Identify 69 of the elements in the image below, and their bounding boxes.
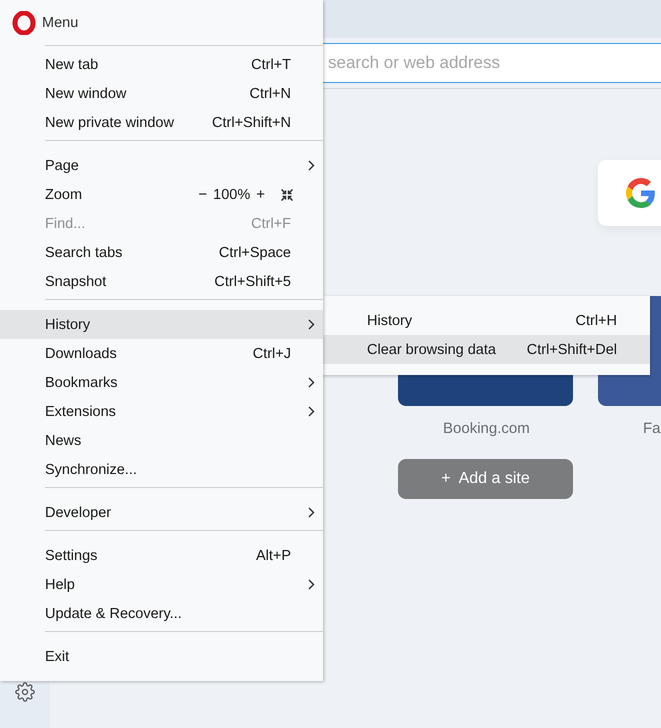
submenu-item[interactable]: History Ctrl+H	[322, 306, 650, 335]
shortcut-text: Ctrl+Shift+5	[214, 274, 291, 290]
shortcut-text: Ctrl+Shift+Del	[526, 342, 617, 358]
menu-item[interactable]: News	[0, 426, 323, 455]
menu-item[interactable]: History	[0, 310, 323, 339]
chevron-right-icon	[308, 507, 315, 518]
google-logo-icon	[626, 178, 656, 208]
menu-item-label: History	[45, 316, 92, 332]
menu-item[interactable]: New window Ctrl+N	[0, 79, 323, 108]
menu-item-label: Update & Recovery...	[45, 606, 183, 622]
shortcut-text: Ctrl+N	[250, 86, 291, 102]
menu-item[interactable]: New private window Ctrl+Shift+N	[0, 108, 323, 137]
menu-item-label: Extensions	[45, 404, 117, 420]
shortcut-text: Ctrl+H	[576, 312, 617, 328]
menu-title: Menu	[42, 14, 78, 30]
zoom-in-button[interactable]: +	[256, 186, 265, 203]
chevron-right-icon	[308, 406, 315, 417]
chevron-right-icon	[308, 579, 315, 590]
menu-item-label: History	[367, 312, 414, 328]
menu-item-label: Snapshot	[45, 274, 108, 290]
submenu-item[interactable]: Clear browsing data Ctrl+Shift+Del	[322, 335, 650, 364]
zoom-value: 100%	[213, 186, 250, 202]
tile-label: Booking.com	[443, 420, 530, 437]
menu-item[interactable]: Page	[0, 151, 323, 180]
menu-item[interactable]: Developer	[0, 498, 323, 527]
menu-item[interactable]: Exit	[0, 642, 323, 671]
menu-item-label: New tab	[45, 56, 100, 72]
chevron-right-icon	[308, 377, 315, 388]
menu-item-label: Find...	[45, 216, 86, 232]
shortcut-text: Ctrl+Space	[218, 244, 291, 260]
menu-item-label: Bookmarks	[45, 374, 119, 390]
menu-item[interactable]: Extensions	[0, 397, 323, 426]
menu-item[interactable]: Bookmarks	[0, 368, 323, 397]
shortcut-text: Ctrl+J	[252, 346, 291, 362]
menu-item-label: Help	[45, 576, 76, 592]
address-field[interactable]: search or web address	[323, 43, 661, 83]
menu-item-label: Downloads	[45, 346, 118, 362]
menu-item-label: Synchronize...	[45, 462, 138, 478]
add-site-button[interactable]: + Add a site	[398, 459, 573, 499]
menu-item[interactable]: Downloads Ctrl+J	[0, 339, 323, 368]
menu-item[interactable]: Zoom − 100% +	[0, 180, 323, 209]
menu-item[interactable]: Settings Alt+P	[0, 541, 323, 570]
shortcut-text: Ctrl+Shift+N	[212, 114, 291, 130]
opera-logo-icon	[12, 10, 36, 34]
shortcut-text: Ctrl+F	[251, 216, 291, 232]
menu-item-label: Page	[45, 158, 80, 174]
tile-label: Fa	[643, 420, 661, 437]
menu-item-label: Exit	[45, 648, 70, 664]
menu-item-label: Clear browsing data	[367, 342, 497, 358]
menu-item[interactable]: Update & Recovery...	[0, 599, 323, 628]
menu-item-label: Settings	[45, 548, 98, 564]
menu-item-label: Developer	[45, 504, 112, 520]
menu-item-label: Search tabs	[45, 244, 124, 260]
settings-icon[interactable]	[15, 682, 35, 702]
menu-item-label: New private window	[45, 114, 175, 130]
chevron-right-icon	[308, 160, 315, 171]
shortcut-text: Ctrl+T	[251, 56, 291, 72]
chevron-right-icon	[308, 319, 315, 330]
menu-item[interactable]: Synchronize...	[0, 455, 323, 484]
menu-item[interactable]: New tab Ctrl+T	[0, 50, 323, 79]
zoom-out-button[interactable]: −	[198, 186, 208, 203]
menu-item[interactable]: Search tabs Ctrl+Space	[0, 238, 323, 267]
menu-item[interactable]: Help	[0, 570, 323, 599]
menu-item-label: Zoom	[45, 186, 84, 202]
menu-item[interactable]: Snapshot Ctrl+Shift+5	[0, 267, 323, 296]
menu-item-label: New window	[45, 86, 128, 102]
fullscreen-icon[interactable]	[281, 188, 293, 200]
menu-item-label: News	[45, 432, 82, 448]
shortcut-text: Alt+P	[256, 548, 291, 564]
